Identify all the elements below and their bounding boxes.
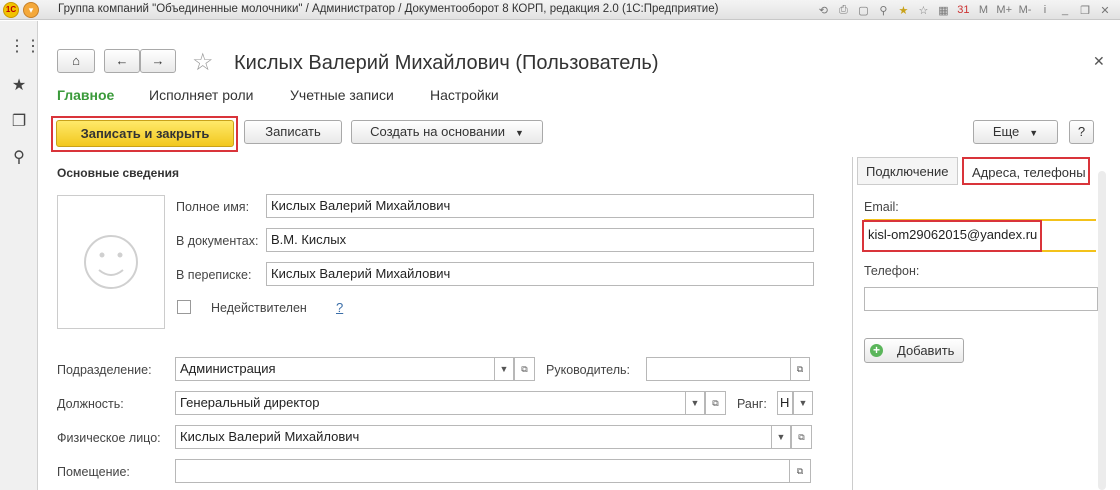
position-label: Должность: xyxy=(57,397,124,411)
in-mail-field[interactable]: Кислых Валерий Михайлович xyxy=(266,262,814,286)
search-icon[interactable]: ⚲ xyxy=(9,148,29,168)
tab-settings[interactable]: Настройки xyxy=(430,87,499,103)
manager-open-button[interactable]: ⧉ xyxy=(790,357,810,381)
department-label: Подразделение: xyxy=(57,363,152,377)
back-button[interactable]: ← xyxy=(104,49,140,73)
arrow-right-icon: → xyxy=(151,53,165,68)
minimize-icon[interactable]: _ xyxy=(1058,4,1072,16)
add-contact-label: Добавить xyxy=(897,343,955,358)
favorite-star-icon[interactable]: ☆ xyxy=(192,48,214,77)
memory-plus-button[interactable]: M+ xyxy=(996,4,1012,16)
in-docs-field[interactable]: В.М. Кислых xyxy=(266,228,814,252)
calculator-icon[interactable]: ▦ xyxy=(936,4,950,17)
tab-connection[interactable]: Подключение xyxy=(857,157,958,185)
panel-scrollbar[interactable] xyxy=(1098,171,1106,490)
window-close-icon[interactable]: ✕ xyxy=(1098,4,1112,17)
person-label: Физическое лицо: xyxy=(57,431,161,445)
invalid-checkbox[interactable] xyxy=(177,300,191,314)
invalid-label: Недействителен xyxy=(211,301,307,315)
add-contact-button[interactable]: + Добавить xyxy=(864,338,964,363)
avatar-placeholder-icon xyxy=(84,235,138,289)
home-button[interactable]: ⌂ xyxy=(57,49,95,73)
position-dropdown-button[interactable]: ▼ xyxy=(685,391,705,415)
position-open-button[interactable]: ⧉ xyxy=(705,391,726,415)
favorites-star-icon[interactable]: ★ xyxy=(9,76,29,96)
room-open-button[interactable]: ⧉ xyxy=(789,459,811,483)
titlebar-toolbar: ⟲ ⎙ ▢ ⚲ ★ ☆ ▦ 31 M M+ M- i _ ❐ ✕ xyxy=(816,2,1112,18)
person-dropdown-button[interactable]: ▼ xyxy=(771,425,791,449)
email-label: Email: xyxy=(864,200,899,214)
tab-accounts[interactable]: Учетные записи xyxy=(290,87,394,103)
home-icon: ⌂ xyxy=(72,53,80,68)
full-name-label: Полное имя: xyxy=(176,200,250,214)
info-icon[interactable]: i xyxy=(1038,4,1052,16)
print-icon[interactable]: ⎙ xyxy=(836,4,850,17)
user-photo[interactable] xyxy=(57,195,165,329)
rank-dropdown-button[interactable]: ▼ xyxy=(793,391,813,415)
calendar-icon[interactable]: 31 xyxy=(956,4,970,16)
app-logo-icon: 1С xyxy=(3,2,19,18)
more-button[interactable]: Еще ▼ xyxy=(973,120,1058,144)
favorite-add-icon[interactable]: ★ xyxy=(896,4,910,17)
email-highlight-frame xyxy=(862,220,1042,252)
manager-label: Руководитель: xyxy=(546,363,631,377)
save-button[interactable]: Записать xyxy=(244,120,342,144)
person-field[interactable]: Кислых Валерий Михайлович xyxy=(175,425,773,449)
help-link[interactable]: ? xyxy=(336,300,343,315)
sections-grid-icon[interactable]: ⋮⋮ xyxy=(9,37,41,57)
memory-minus-button[interactable]: M- xyxy=(1018,4,1032,16)
room-label: Помещение: xyxy=(57,465,130,479)
window-title: Группа компаний "Объединенные молочники"… xyxy=(58,3,719,15)
in-docs-label: В документах: xyxy=(176,234,259,248)
save-and-close-button[interactable]: Записать и закрыть xyxy=(56,120,234,147)
page-title: Кислых Валерий Михайлович (Пользователь) xyxy=(234,52,659,74)
department-dropdown-button[interactable]: ▼ xyxy=(494,357,514,381)
rank-field[interactable]: Н xyxy=(777,391,793,415)
rank-label: Ранг: xyxy=(737,397,767,411)
department-field[interactable]: Администрация xyxy=(175,357,515,381)
history-icon[interactable]: ⟲ xyxy=(816,4,830,17)
tab-addresses-phones[interactable]: Адреса, телефоны xyxy=(962,157,1090,185)
full-name-field[interactable]: Кислых Валерий Михайлович xyxy=(266,194,814,218)
forward-button[interactable]: → xyxy=(140,49,176,73)
history-pages-icon[interactable]: ❐ xyxy=(9,112,29,132)
person-open-button[interactable]: ⧉ xyxy=(791,425,812,449)
phone-label: Телефон: xyxy=(864,264,920,278)
chevron-down-icon: ▼ xyxy=(514,128,524,138)
position-field[interactable]: Генеральный директор xyxy=(175,391,687,415)
favorites-icon[interactable]: ☆ xyxy=(916,4,930,17)
close-icon[interactable]: ✕ xyxy=(1093,53,1105,70)
window-titlebar: 1С ▾ Группа компаний "Объединенные молоч… xyxy=(0,0,1120,20)
create-based-on-button[interactable]: Создать на основании ▼ xyxy=(351,120,543,144)
tab-roles[interactable]: Исполняет роли xyxy=(149,87,253,103)
in-mail-label: В переписке: xyxy=(176,268,252,282)
help-button[interactable]: ? xyxy=(1069,120,1094,144)
arrow-left-icon: ← xyxy=(115,53,129,68)
plus-icon: + xyxy=(870,344,883,357)
phone-field[interactable] xyxy=(864,287,1098,311)
restore-icon[interactable]: ❐ xyxy=(1078,4,1092,17)
more-label: Еще xyxy=(992,124,1020,139)
room-field[interactable] xyxy=(175,459,791,483)
link-icon[interactable]: ⚲ xyxy=(876,4,890,17)
manager-field[interactable] xyxy=(646,357,791,381)
main-menu-icon[interactable]: ▾ xyxy=(23,2,39,18)
tab-main[interactable]: Главное xyxy=(57,87,114,103)
left-rail: ⋮⋮ ★ ❐ ⚲ xyxy=(0,21,41,490)
memory-m-button[interactable]: M xyxy=(976,4,990,16)
preview-icon[interactable]: ▢ xyxy=(856,4,870,17)
section-title-basic: Основные сведения xyxy=(57,166,179,180)
create-based-on-label: Создать на основании xyxy=(370,124,505,139)
department-open-button[interactable]: ⧉ xyxy=(514,357,535,381)
chevron-down-icon: ▼ xyxy=(1029,128,1039,138)
